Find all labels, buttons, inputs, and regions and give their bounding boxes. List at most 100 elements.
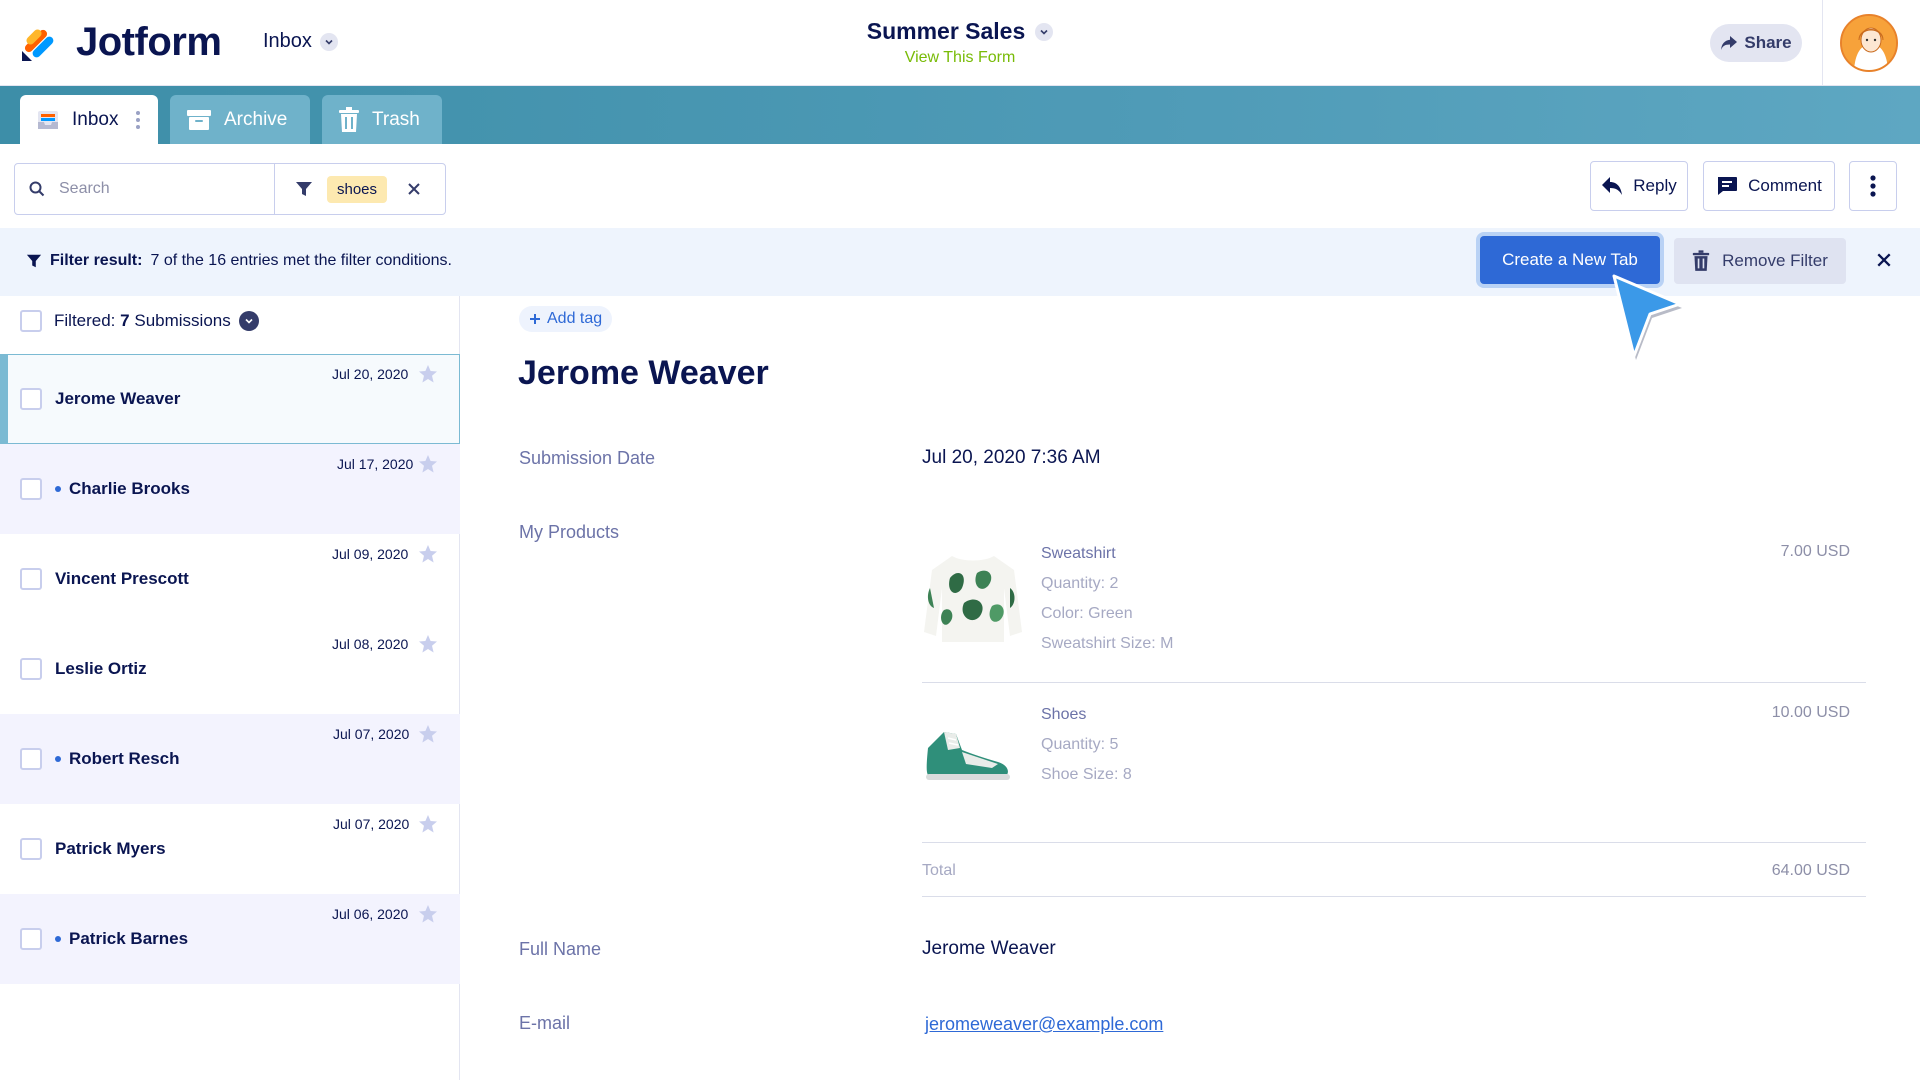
row-checkbox[interactable] — [20, 928, 42, 950]
total-value: 64.00 USD — [1771, 862, 1850, 879]
my-products-label: My Products — [519, 522, 620, 542]
submission-date: Jul 20, 2020 — [332, 366, 409, 382]
submission-name: Robert Resch — [55, 749, 180, 769]
product-quantity: Quantity: 5 — [1041, 736, 1119, 753]
share-icon — [1721, 36, 1738, 50]
tab-trash[interactable]: Trash — [322, 95, 442, 144]
form-title-area: Summer Sales View This Form — [0, 18, 1920, 67]
star-icon[interactable] — [418, 544, 438, 564]
submission-row[interactable]: Jerome Weaver Jul 20, 2020 — [0, 354, 460, 444]
submission-date: Jul 07, 2020 — [333, 726, 410, 742]
remove-filter-label: Remove Filter — [1722, 251, 1828, 270]
trash-icon — [1692, 250, 1710, 271]
star-icon[interactable] — [418, 634, 438, 654]
form-title-dropdown[interactable]: Summer Sales — [867, 18, 1054, 45]
add-tag-button[interactable]: Add tag — [519, 306, 613, 332]
submission-name: Patrick Barnes — [55, 929, 188, 949]
product-quantity: Quantity: 2 — [1041, 575, 1119, 592]
trash-icon — [339, 106, 359, 132]
tab-archive[interactable]: Archive — [170, 95, 310, 144]
submission-row[interactable]: Charlie Brooks Jul 17, 2020 — [0, 444, 460, 534]
submission-list: Filtered: 7 Submissions Jerome Weaver Ju… — [0, 296, 460, 1080]
tab-inbox[interactable]: Inbox — [20, 95, 158, 144]
row-checkbox[interactable] — [20, 658, 42, 680]
submission-name: Leslie Ortiz — [55, 659, 147, 678]
divider — [922, 842, 1866, 843]
submission-row[interactable]: Vincent Prescott Jul 09, 2020 — [0, 534, 460, 624]
list-header-text: Filtered: 7 Submissions — [54, 311, 231, 330]
product-name: Shoes — [1041, 706, 1087, 723]
star-icon[interactable] — [418, 454, 438, 474]
archive-icon — [187, 109, 211, 130]
submission-date: Jul 06, 2020 — [332, 906, 409, 922]
share-label: Share — [1744, 33, 1792, 52]
full-name-value: Jerome Weaver — [922, 938, 1056, 959]
submission-title: Jerome Weaver — [518, 354, 769, 392]
product-name: Sweatshirt — [1041, 545, 1116, 562]
remove-filter-button[interactable]: Remove Filter — [1674, 238, 1846, 284]
email-link[interactable]: jeromeweaver@example.com — [925, 1014, 1163, 1034]
row-checkbox[interactable] — [20, 478, 42, 500]
row-checkbox[interactable] — [20, 838, 42, 860]
star-icon[interactable] — [418, 904, 438, 924]
submission-row[interactable]: Patrick Myers Jul 07, 2020 — [0, 804, 460, 894]
divider — [922, 682, 1866, 683]
more-options-button[interactable] — [1849, 161, 1897, 211]
close-icon[interactable] — [1876, 252, 1892, 268]
submission-row[interactable]: Leslie Ortiz Jul 08, 2020 — [0, 624, 460, 714]
reply-label: Reply — [1633, 176, 1677, 195]
tab-options-icon[interactable] — [136, 110, 141, 129]
submission-date: Jul 07, 2020 — [333, 816, 410, 832]
shoes-image — [926, 732, 1010, 780]
submission-name: Vincent Prescott — [55, 569, 189, 588]
submission-row[interactable]: Patrick Barnes Jul 06, 2020 — [0, 894, 460, 984]
search-input[interactable] — [59, 180, 259, 198]
folder-tabs: Inbox Archive Trash — [0, 86, 1920, 144]
user-avatar[interactable] — [1840, 14, 1898, 72]
pointer-cursor-icon — [1612, 274, 1682, 360]
search-field — [15, 164, 275, 214]
chevron-down-icon[interactable] — [238, 311, 259, 331]
star-icon[interactable] — [418, 814, 438, 834]
submission-date: Jul 08, 2020 — [332, 636, 409, 652]
reply-button[interactable]: Reply — [1590, 161, 1688, 211]
submission-name: Charlie Brooks — [55, 479, 190, 499]
share-button[interactable]: Share — [1710, 24, 1802, 62]
full-name-label: Full Name — [519, 939, 602, 959]
submission-date-value: Jul 20, 2020 7:36 AM — [922, 447, 1101, 468]
filter-result-text: Filter result: 7 of the 16 entries met t… — [26, 252, 452, 270]
submission-name: Jerome Weaver — [55, 389, 181, 408]
filter-chip[interactable]: shoes — [327, 175, 388, 203]
list-header: Filtered: 7 Submissions — [20, 310, 259, 332]
view-form-link[interactable]: View This Form — [0, 49, 1920, 67]
filter-result-message: 7 of the 16 entries met the filter condi… — [150, 252, 452, 269]
comment-button[interactable]: Comment — [1703, 161, 1835, 211]
row-checkbox[interactable] — [20, 748, 42, 770]
submission-date-label: Submission Date — [519, 448, 656, 468]
comment-label: Comment — [1748, 176, 1822, 195]
filter-icon[interactable] — [295, 180, 313, 198]
tab-archive-label: Archive — [224, 108, 288, 130]
star-icon[interactable] — [418, 364, 438, 384]
header-divider — [1822, 0, 1823, 86]
row-checkbox[interactable] — [20, 388, 42, 410]
submission-row[interactable]: Robert Resch Jul 07, 2020 — [0, 714, 460, 804]
form-title: Summer Sales — [866, 18, 1026, 44]
row-checkbox[interactable] — [20, 568, 42, 590]
divider — [922, 896, 1866, 897]
email-value: jeromeweaver@example.com — [925, 1014, 1163, 1035]
inbox-icon — [38, 110, 58, 129]
select-all-checkbox[interactable] — [20, 310, 42, 332]
clear-filter-icon[interactable] — [407, 182, 421, 196]
chevron-down-icon — [1035, 22, 1054, 41]
unread-dot — [55, 756, 61, 762]
product-price: 10.00 USD — [1771, 704, 1850, 721]
submission-date: Jul 09, 2020 — [332, 546, 409, 562]
product-price: 7.00 USD — [1780, 543, 1850, 560]
product-size: Sweatshirt Size: M — [1041, 635, 1174, 652]
add-tag-label: Add tag — [547, 310, 603, 327]
star-icon[interactable] — [418, 724, 438, 744]
tab-inbox-label: Inbox — [72, 108, 119, 130]
submission-name: Patrick Myers — [55, 839, 166, 858]
more-vertical-icon — [1870, 175, 1876, 197]
